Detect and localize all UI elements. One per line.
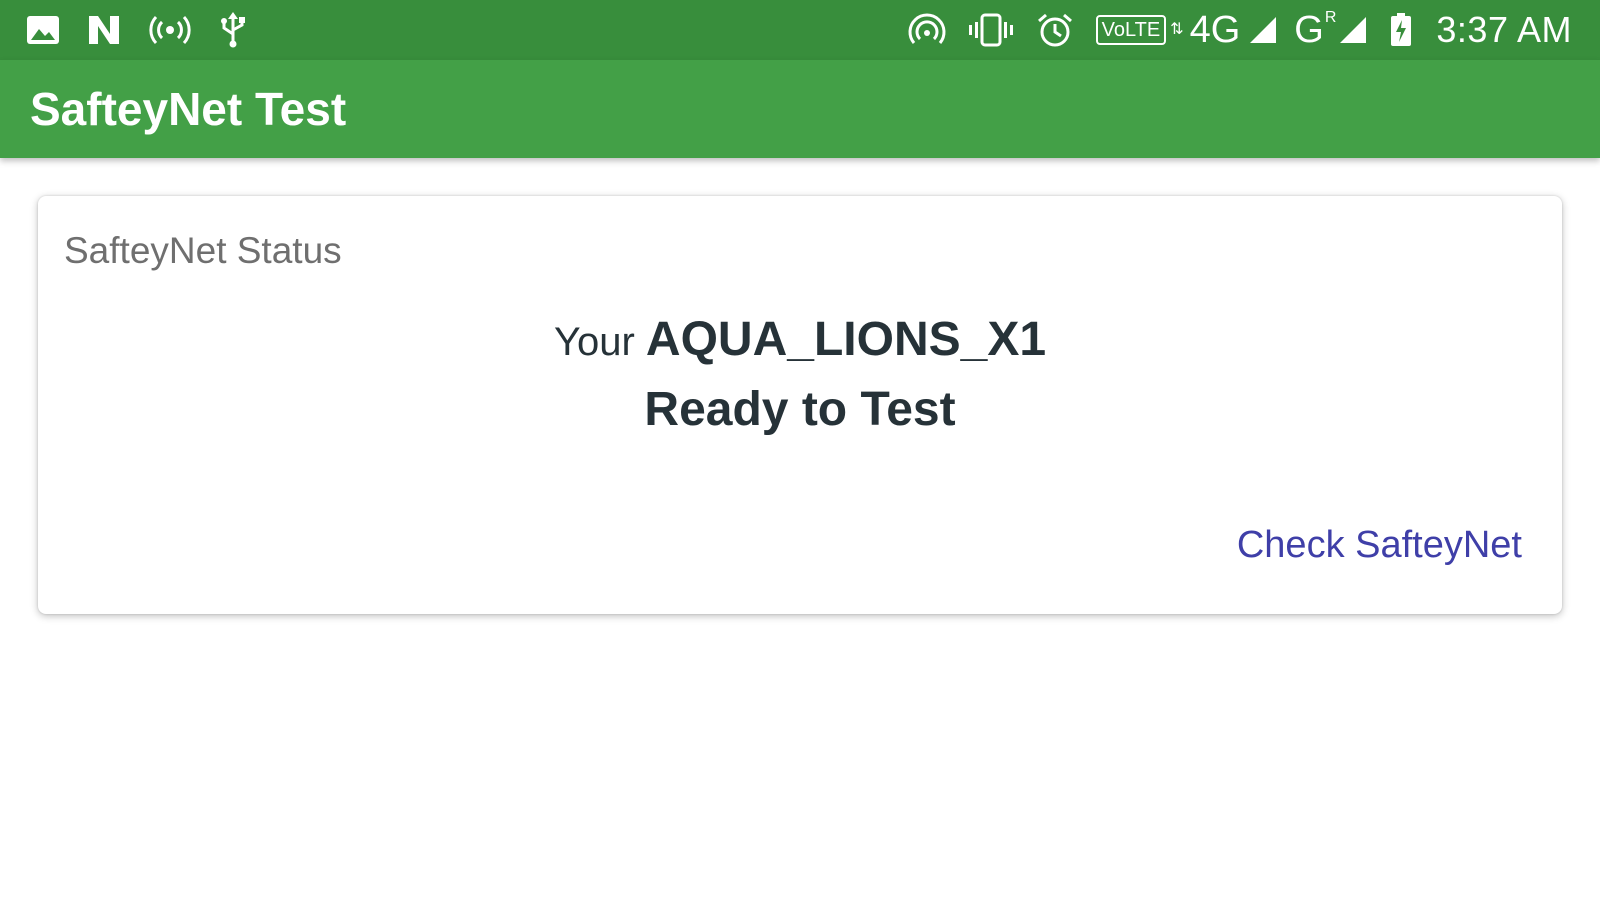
status-bar-left xyxy=(26,12,274,48)
network-g-indicator: GR xyxy=(1294,9,1336,52)
volte-label: VoLTE xyxy=(1095,15,1167,45)
device-line: Your AQUA_LIONS_X1 xyxy=(38,312,1562,367)
network-4g-label: 4G xyxy=(1189,8,1241,51)
battery-charging-icon xyxy=(1390,13,1412,47)
network-g-label: G xyxy=(1294,8,1324,51)
hotspot-alt-icon xyxy=(908,13,946,47)
image-icon xyxy=(26,15,60,45)
device-name: AQUA_LIONS_X1 xyxy=(645,313,1047,366)
signal-icon xyxy=(1248,15,1278,45)
nfc-icon xyxy=(86,14,122,46)
card-title: SafteyNet Status xyxy=(64,230,342,271)
signal-roaming-icon xyxy=(1338,15,1368,45)
status-time: 3:37 AM xyxy=(1436,9,1572,50)
roaming-label: R xyxy=(1324,8,1337,26)
status-message: Ready to Test xyxy=(644,383,956,436)
usb-icon xyxy=(218,12,248,48)
data-arrows-icon: ⇅ xyxy=(1170,21,1184,38)
status-bar: VoLTE ⇅ 4G GR 3:37 AM xyxy=(0,0,1600,60)
vibrate-icon xyxy=(968,13,1014,47)
hotspot-icon xyxy=(148,14,192,46)
app-title: SafteyNet Test xyxy=(30,83,347,135)
app-toolbar: SafteyNet Test xyxy=(0,60,1600,158)
check-safteynet-button[interactable]: Check SafteyNet xyxy=(1237,524,1522,567)
device-prefix: Your xyxy=(553,320,635,364)
alarm-icon xyxy=(1036,12,1074,48)
status-card: SafteyNet Status Your AQUA_LIONS_X1 Read… xyxy=(38,196,1562,614)
status-bar-right: VoLTE ⇅ 4G GR 3:37 AM xyxy=(886,9,1572,52)
volte-icon: VoLTE xyxy=(1095,15,1167,45)
